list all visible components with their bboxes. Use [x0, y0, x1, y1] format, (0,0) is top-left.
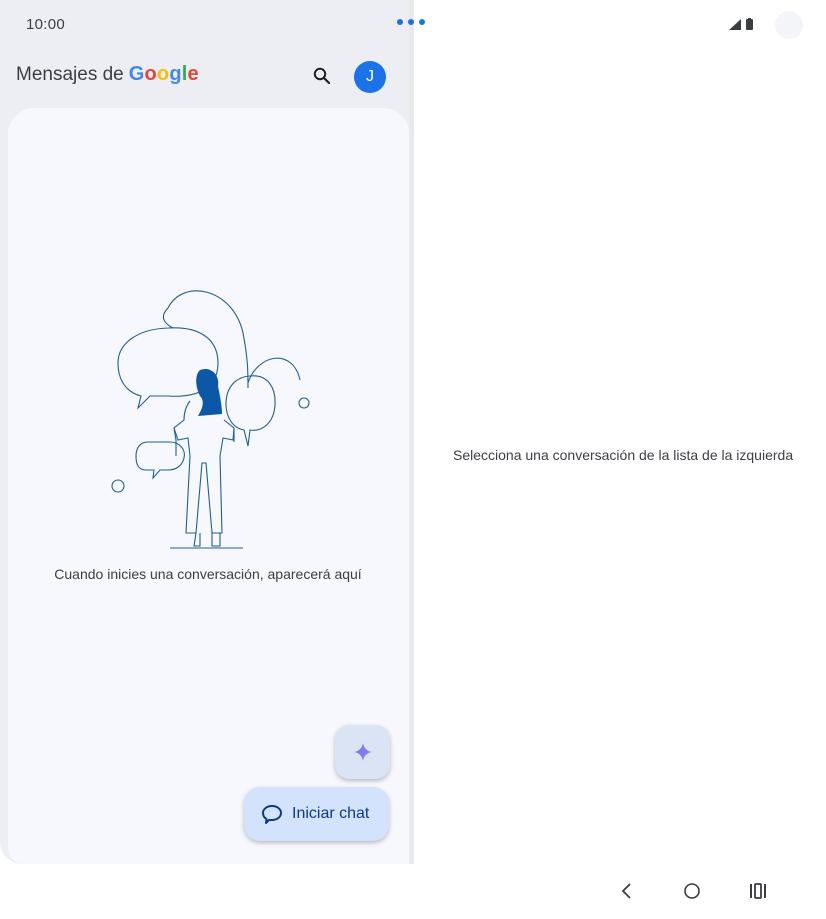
dot-icon — [408, 19, 414, 25]
back-icon — [621, 883, 631, 899]
status-indicator — [775, 11, 803, 39]
search-icon — [313, 67, 331, 85]
app-title: Mensajes de Google — [16, 63, 199, 86]
home-icon — [684, 883, 700, 899]
home-button[interactable] — [679, 880, 705, 902]
messages-screen: 10:00 Mensajes de Google J Cuando inicie… — [0, 0, 826, 919]
gemini-button[interactable] — [335, 725, 390, 779]
recents-icon — [750, 883, 766, 899]
navigation-bar — [0, 864, 826, 919]
sparkle-icon — [353, 743, 372, 761]
google-letter-2: o — [144, 63, 157, 85]
google-letter-3: o — [156, 63, 170, 85]
conversation-list-pane: 10:00 Mensajes de Google J Cuando inicie… — [0, 0, 412, 864]
status-icons — [729, 18, 753, 30]
account-avatar[interactable]: J — [354, 61, 386, 93]
search-button[interactable] — [308, 62, 336, 90]
dot-icon — [419, 19, 425, 25]
detail-placeholder: Selecciona una conversación de la lista … — [453, 447, 794, 463]
empty-state-illustration — [117, 290, 310, 549]
signal-icon — [729, 18, 741, 30]
avatar-initial: J — [366, 68, 374, 85]
empty-state-message: Cuando inicies una conversación, aparece… — [54, 566, 362, 582]
google-logo: Google — [129, 63, 199, 86]
chat-bubble-icon — [261, 803, 283, 825]
app-title-prefix: Mensajes de — [16, 64, 124, 85]
google-letter-4: g — [169, 63, 182, 85]
recents-button[interactable] — [745, 880, 771, 902]
google-letter-6: e — [187, 63, 199, 85]
status-time: 10:00 — [26, 16, 66, 33]
back-button[interactable] — [614, 880, 640, 902]
google-letter-1: G — [128, 63, 145, 85]
window-options-handle[interactable] — [397, 19, 425, 25]
start-chat-button[interactable]: Iniciar chat — [244, 787, 389, 841]
start-chat-label: Iniciar chat — [292, 805, 370, 822]
conversation-detail-pane — [414, 0, 826, 864]
dot-icon — [397, 19, 403, 25]
battery-icon — [746, 18, 753, 30]
decor-circle-icon — [111, 479, 125, 493]
